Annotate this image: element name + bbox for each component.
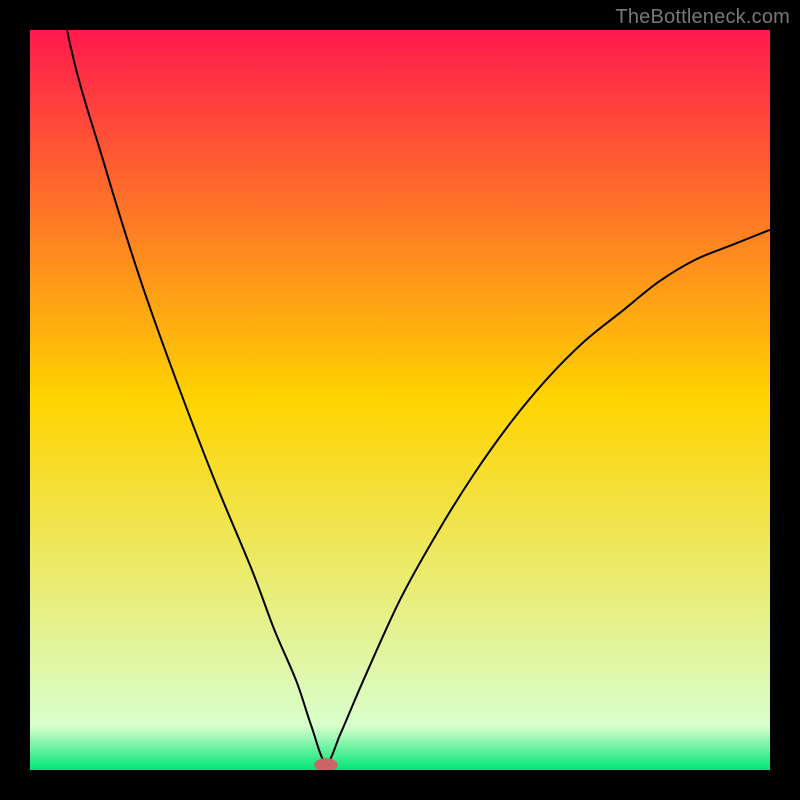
chart-frame: TheBottleneck.com bbox=[0, 0, 800, 800]
gradient-background bbox=[30, 30, 770, 770]
plot-area bbox=[30, 30, 770, 770]
plot-svg bbox=[30, 30, 770, 770]
watermark-text: TheBottleneck.com bbox=[615, 6, 790, 29]
